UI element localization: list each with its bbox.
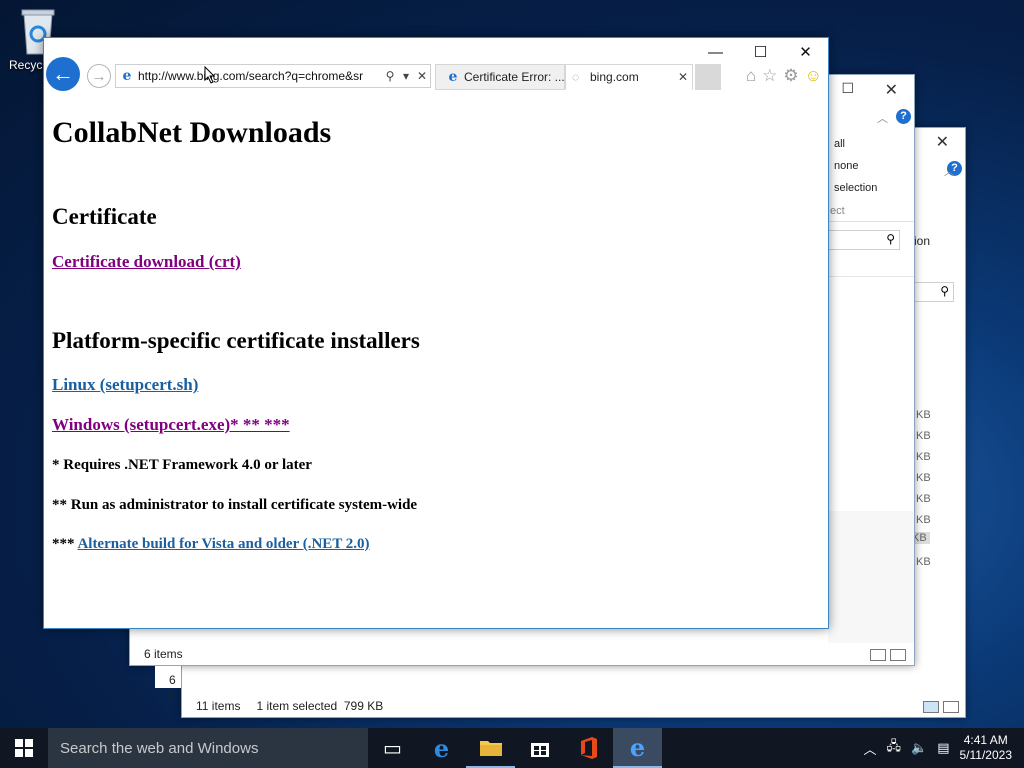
- address-url[interactable]: http://www.bing.com/search?q=chrome&sr: [138, 69, 382, 83]
- ie-page-icon: e: [122, 68, 132, 84]
- item-count: 6 items: [144, 647, 183, 661]
- note-run-as-admin: ** Run as administrator to install certi…: [52, 497, 418, 513]
- mouse-cursor-icon: [204, 66, 216, 84]
- status-bar: 11 items 1 item selected 799 KB: [182, 695, 965, 717]
- windows-installer-link[interactable]: Windows (setupcert.exe)* ** ***: [52, 415, 290, 434]
- details-view-icon[interactable]: [870, 649, 886, 661]
- edge-icon[interactable]: e: [417, 728, 466, 768]
- file-size: KB: [916, 514, 931, 526]
- file-size: KB: [916, 493, 931, 505]
- home-icon[interactable]: ⌂: [746, 66, 756, 86]
- view-toggle[interactable]: [870, 649, 906, 661]
- status-bar: 6 items: [130, 643, 914, 665]
- page-title: CollabNet Downloads: [52, 116, 332, 149]
- clock-date: 5/11/2023: [959, 748, 1013, 762]
- favorites-star-icon[interactable]: ☆: [762, 66, 777, 86]
- taskbar-search[interactable]: Search the web and Windows: [48, 728, 368, 768]
- back-button[interactable]: ←: [46, 57, 80, 91]
- browser-toolbar: — ☐ ✕ ← → e http://www.bing.com/search?q…: [44, 38, 828, 102]
- address-bar[interactable]: e http://www.bing.com/search?q=chrome&sr…: [115, 64, 431, 88]
- large-icons-view-icon[interactable]: [890, 649, 906, 661]
- item-count-partial: 6 i: [155, 666, 181, 701]
- tab-title: Certificate Error: ...: [464, 70, 564, 84]
- loading-icon: ◌: [572, 70, 580, 84]
- tab-bing[interactable]: ◌ bing.com ✕: [565, 64, 693, 90]
- search-icon: ⚲: [886, 232, 895, 246]
- clock-time: 4:41 AM: [963, 733, 1008, 747]
- stop-icon[interactable]: ✕: [414, 69, 430, 83]
- internet-explorer-icon[interactable]: e: [613, 728, 662, 768]
- close-tab-icon[interactable]: ✕: [674, 70, 692, 84]
- arrow-right-icon: →: [91, 67, 107, 85]
- alternate-build-link[interactable]: Alternate build for Vista and older (.NE…: [77, 536, 369, 552]
- invert-selection-button[interactable]: selection: [834, 182, 877, 194]
- select-none-button[interactable]: none: [834, 160, 858, 172]
- clock[interactable]: 4:41 AM 5/11/2023: [960, 733, 1013, 763]
- network-icon[interactable]: 🖧: [887, 737, 902, 759]
- file-size: KB: [916, 556, 931, 568]
- select-all-button[interactable]: all: [834, 138, 845, 150]
- close-icon[interactable]: ✕: [885, 80, 898, 100]
- store-icon[interactable]: [515, 728, 564, 768]
- taskbar: Search the web and Windows ▭ e e ︿ 🖧 🔈 ▤…: [0, 728, 1024, 768]
- task-view-icon[interactable]: ▭: [368, 728, 417, 768]
- maximize-icon[interactable]: ☐: [841, 80, 854, 97]
- large-icons-view-icon[interactable]: [943, 701, 959, 713]
- search-icon[interactable]: ⚲: [382, 69, 398, 83]
- start-button[interactable]: [0, 728, 48, 768]
- chevron-up-icon[interactable]: ︿: [877, 110, 888, 126]
- windows-logo-icon: [15, 739, 33, 757]
- feedback-smiley-icon[interactable]: ☺: [805, 66, 822, 86]
- search-icon: ⚲: [940, 284, 949, 298]
- help-icon[interactable]: ?: [896, 109, 911, 124]
- new-tab-button[interactable]: [695, 64, 721, 90]
- selection-info: 1 item selected 799 KB: [256, 699, 384, 713]
- close-button[interactable]: ✕: [783, 38, 828, 66]
- action-center-icon[interactable]: ▤: [937, 740, 949, 756]
- close-icon[interactable]: ✕: [936, 132, 949, 152]
- certificate-heading: Certificate: [52, 204, 157, 229]
- note-net-framework: * Requires .NET Framework 4.0 or later: [52, 457, 312, 473]
- installers-heading: Platform-specific certificate installers: [52, 328, 420, 353]
- item-count: 11 items: [196, 699, 241, 713]
- minimize-button[interactable]: —: [693, 38, 738, 66]
- page-content: CollabNet Downloads Certificate Certific…: [44, 102, 828, 628]
- search-input[interactable]: ⚲: [828, 230, 900, 250]
- file-size: KB: [916, 472, 931, 484]
- office-icon[interactable]: [564, 728, 613, 768]
- certificate-download-link[interactable]: Certificate download (crt): [52, 252, 241, 271]
- linux-installer-link[interactable]: Linux (setupcert.sh): [52, 375, 198, 394]
- volume-muted-icon[interactable]: 🔈: [911, 740, 927, 756]
- chevron-up-icon[interactable]: ︿: [944, 163, 955, 179]
- window-controls: — ☐ ✕: [693, 38, 828, 66]
- details-view-icon[interactable]: [923, 701, 939, 713]
- file-size: KB: [916, 451, 931, 463]
- browser-window[interactable]: — ☐ ✕ ← → e http://www.bing.com/search?q…: [43, 37, 829, 629]
- dropdown-icon[interactable]: ▾: [398, 69, 414, 83]
- tab-title: bing.com: [590, 70, 639, 84]
- maximize-button[interactable]: ☐: [738, 38, 783, 66]
- view-toggle[interactable]: [923, 701, 959, 713]
- file-size: KB: [916, 430, 931, 442]
- tab-certificate-error[interactable]: e Certificate Error: ...: [435, 64, 565, 90]
- file-size: KB: [916, 409, 931, 421]
- forward-button[interactable]: →: [87, 64, 111, 88]
- note-prefix: ***: [52, 536, 75, 552]
- search-input[interactable]: ⚲: [914, 282, 954, 302]
- ribbon-option-label: ion: [914, 234, 931, 248]
- chevron-up-icon[interactable]: ︿: [864, 739, 877, 758]
- select-group-label: ect: [830, 205, 845, 217]
- browser-tools: ⌂ ☆ ⚙ ☺: [746, 66, 822, 86]
- file-explorer-icon[interactable]: [466, 728, 515, 768]
- ie-page-icon: e: [448, 69, 458, 85]
- gear-icon[interactable]: ⚙: [783, 66, 798, 86]
- system-tray: ︿ 🖧 🔈 ▤ 4:41 AM 5/11/2023: [864, 728, 1024, 768]
- arrow-left-icon: ←: [52, 61, 74, 86]
